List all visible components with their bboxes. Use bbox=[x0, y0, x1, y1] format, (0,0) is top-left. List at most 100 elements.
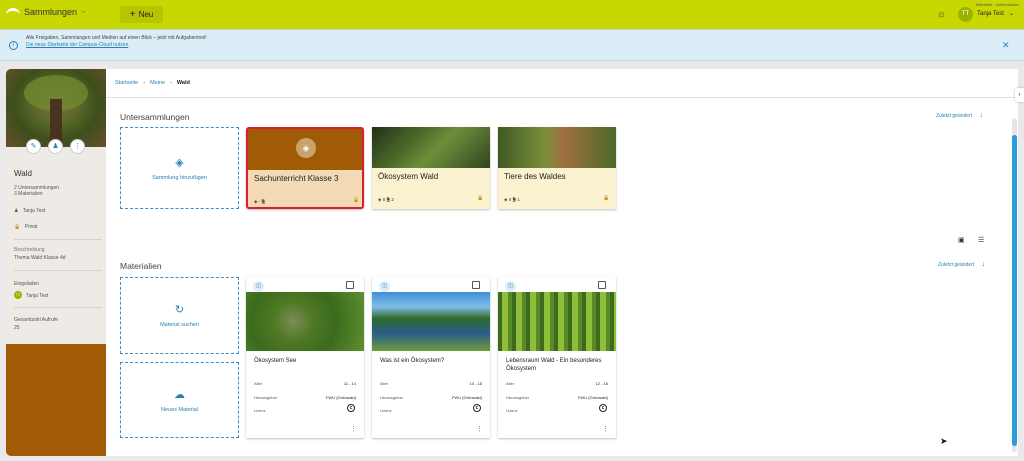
new-material-card[interactable]: ☁ Neues Material bbox=[120, 362, 239, 438]
search-material-label: Material suchen bbox=[160, 322, 199, 328]
more-vertical-icon[interactable]: ⋮ bbox=[602, 425, 609, 433]
new-button[interactable]: + Neu bbox=[120, 6, 163, 23]
theme-toggle-sun-icon[interactable]: ☼ bbox=[936, 9, 947, 20]
select-checkbox[interactable] bbox=[346, 281, 354, 289]
subcollections-sort[interactable]: Zuletzt geändert ↓ bbox=[936, 112, 983, 119]
collection-image bbox=[6, 69, 106, 147]
collection-card-count: ◈ 0 🗎 1 bbox=[504, 197, 520, 202]
material-title: Lebensraum Wald - Ein besonderes Ökosyst… bbox=[506, 358, 602, 372]
sort-label: Zuletzt geändert bbox=[936, 113, 973, 119]
materials-sort[interactable]: Zuletzt geändert ↓ bbox=[938, 261, 985, 268]
banner-link[interactable]: Die neue Startseite der Campus-Cloud nut… bbox=[26, 42, 128, 48]
invited-user: Tanja Test bbox=[26, 293, 49, 299]
count-value: 1 bbox=[517, 197, 520, 202]
collections-menu[interactable]: Sammlungen ⌵ bbox=[6, 7, 86, 17]
collection-color-tile: ◈ bbox=[248, 129, 362, 170]
list-view-icon[interactable]: ☰ bbox=[978, 236, 984, 244]
user-menu-chevron-icon[interactable]: ⌄ bbox=[1009, 10, 1014, 17]
collections-menu-label: Sammlungen bbox=[24, 7, 78, 17]
copyright-icon: c bbox=[473, 404, 481, 412]
material-card[interactable]: ◫ Ökosystem See Alter 11 - 14 Herausgebe… bbox=[246, 277, 364, 438]
add-collection-card[interactable]: ◈ Sammlung hinzufügen bbox=[120, 127, 239, 209]
material-type-icon: ◫ bbox=[505, 281, 516, 292]
owner: ♟ Tanja Test bbox=[14, 208, 45, 214]
chevron-down-icon: ⌵ bbox=[81, 8, 86, 15]
collection-card-count: ◈ - 🗎 bbox=[254, 199, 266, 204]
share-users-icon[interactable]: ♟ bbox=[48, 139, 63, 154]
collection-card-title: Sachunterricht Klasse 3 bbox=[254, 174, 339, 183]
invited-label: Eingeladen bbox=[14, 281, 40, 287]
more-vertical-icon[interactable]: ⋮ bbox=[476, 425, 483, 433]
banner-text: Alle Freigaben, Sammlungen und Medien au… bbox=[26, 35, 207, 41]
sort-label: Zuletzt geändert bbox=[938, 262, 975, 268]
count-value: - bbox=[258, 199, 261, 204]
collapse-chevron-icon[interactable]: ‹ bbox=[1015, 88, 1024, 102]
select-checkbox[interactable] bbox=[598, 281, 606, 289]
material-title: Was ist ein Ökosystem? bbox=[380, 358, 445, 364]
close-icon[interactable]: ✕ bbox=[1002, 40, 1010, 51]
edit-pencil-icon[interactable]: ✎ bbox=[26, 139, 41, 154]
age-value: 10 - 15 bbox=[469, 381, 482, 386]
plus-icon: + bbox=[129, 9, 136, 20]
material-title: Ökosystem See bbox=[254, 358, 297, 364]
user-name[interactable]: Tanja Test bbox=[977, 11, 1004, 17]
count-value: 2 bbox=[391, 197, 394, 202]
publisher-value: FWU (Grünwald) bbox=[577, 395, 608, 400]
views-label: Gesamtzahl Aufrufe bbox=[14, 317, 58, 323]
chevron-right-icon: › bbox=[170, 80, 172, 86]
license-label: Lizenz bbox=[380, 408, 392, 413]
publisher-value: FWU (Grünwald) bbox=[325, 395, 356, 400]
collection-image bbox=[498, 127, 616, 168]
more-vertical-icon[interactable]: ⋮ bbox=[350, 425, 357, 433]
breadcrumb-home[interactable]: Startseite bbox=[115, 80, 138, 86]
user-role: Mitarbeiter · Unterrichtsfach bbox=[976, 3, 1020, 7]
arrow-down-icon: ↓ bbox=[981, 261, 986, 268]
grid-view-icon[interactable]: ▣ bbox=[958, 236, 965, 244]
user-avatar[interactable]: TT bbox=[958, 7, 973, 22]
publisher-label: Herausgeber bbox=[254, 395, 278, 400]
breadcrumb-mine[interactable]: Meine bbox=[150, 80, 165, 86]
collection-title: Wald bbox=[14, 169, 32, 178]
cloud-upload-icon: ☁ bbox=[174, 388, 185, 401]
material-card[interactable]: ◫ Lebensraum Wald - Ein besonderes Ökosy… bbox=[498, 277, 616, 438]
material-card[interactable]: ◫ Was ist ein Ökosystem? Alter 10 - 15 H… bbox=[372, 277, 490, 438]
more-vertical-icon[interactable]: ⋮ bbox=[70, 139, 85, 154]
description: Thema Wald Klasse 4d bbox=[14, 255, 66, 261]
search-material-card[interactable]: ↻ Material suchen bbox=[120, 277, 239, 354]
publisher-label: Herausgeber bbox=[380, 395, 404, 400]
collection-card-title: Tiere des Waldes bbox=[504, 172, 566, 181]
description-label: Beschreibung bbox=[14, 247, 45, 253]
license-label: Lizenz bbox=[506, 408, 518, 413]
collection-card[interactable]: ◈ Sachunterricht Klasse 3 ◈ - 🗎 🔒 bbox=[246, 127, 364, 209]
main-content: Startseite › Meine › Wald Untersammlunge… bbox=[106, 69, 1018, 456]
collection-card-title: Ökosystem Wald bbox=[378, 172, 439, 181]
collection-image bbox=[372, 127, 490, 168]
layers-icon: ◈ bbox=[296, 138, 316, 158]
cloud-logo-icon bbox=[6, 7, 20, 17]
divider bbox=[14, 239, 102, 240]
new-material-label: Neues Material bbox=[161, 406, 198, 413]
info-icon: i bbox=[9, 41, 18, 50]
collection-card[interactable]: Ökosystem Wald ◈ 0 🗎 2 🔒 bbox=[372, 127, 490, 209]
select-checkbox[interactable] bbox=[472, 281, 480, 289]
mouse-cursor-icon: ➤ bbox=[940, 436, 948, 446]
info-banner: i Alle Freigaben, Sammlungen und Medien … bbox=[0, 29, 1024, 61]
arrow-down-icon: ↓ bbox=[979, 112, 984, 119]
material-type-icon: ◫ bbox=[253, 281, 264, 292]
scrollbar-thumb[interactable] bbox=[1012, 135, 1017, 446]
collection-card[interactable]: Tiere des Waldes ◈ 0 🗎 1 🔒 bbox=[498, 127, 616, 209]
top-bar: Sammlungen ⌵ + Neu ☼ TT Mitarbeiter · Un… bbox=[0, 0, 1024, 29]
visibility-label: Privat bbox=[24, 224, 38, 230]
age-value: 11 - 14 bbox=[343, 381, 356, 386]
lock-icon: 🔒 bbox=[14, 224, 21, 230]
lock-icon: 🔒 bbox=[477, 195, 484, 201]
publisher-label: Herausgeber bbox=[506, 395, 530, 400]
layers-icon: ◈ bbox=[175, 156, 184, 169]
owner-name: Tanja Test bbox=[22, 208, 46, 214]
publisher-value: FWU (Grünwald) bbox=[451, 395, 482, 400]
collection-info-panel: ✎ ♟ ⋮ Wald 2 Untersammlungen 3 Materiali… bbox=[6, 69, 106, 344]
redo-arrow-icon: ↻ bbox=[174, 304, 185, 316]
materials-heading: Materialien bbox=[120, 261, 162, 271]
breadcrumb: Startseite › Meine › Wald bbox=[106, 69, 1018, 98]
person-icon: ♟ bbox=[14, 208, 19, 214]
